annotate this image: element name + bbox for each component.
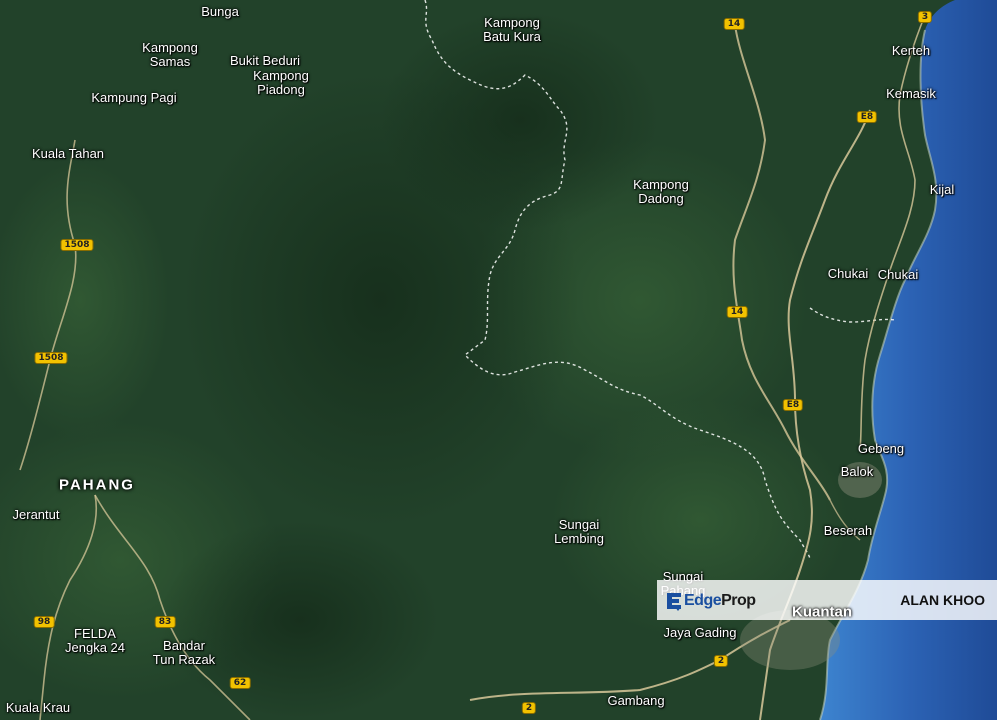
state-label-pahang: PAHANG [59, 476, 135, 494]
road-shield-14-south: 14 [726, 306, 748, 318]
place-label-jaya-gading: Jaya Gading [663, 625, 737, 640]
place-label-kerteh: Kerteh [891, 43, 931, 58]
road-shield-1508-south: 1508 [34, 352, 68, 364]
place-label-kuala-krau: Kuala Krau [5, 700, 71, 715]
forest-patch [160, 520, 440, 720]
place-label-felda-jengka-24: FELDA Jengka 24 [65, 626, 125, 655]
place-label-bukit-beduri: Bukit Beduri [229, 53, 301, 68]
place-label-kampung-pagi: Kampung Pagi [91, 90, 177, 105]
road-shield-1508: 1508 [60, 239, 94, 251]
road-shield-2-west: 2 [521, 702, 537, 714]
road-shield-98: 98 [33, 616, 55, 628]
place-label-kampong-dadong: Kampong Dadong [633, 177, 689, 206]
logo-text-prop: Prop [721, 592, 756, 609]
place-label-jerantut: Jerantut [12, 507, 60, 522]
road-shield-2: 2 [713, 655, 729, 667]
place-label-kemasik: Kemasik [886, 86, 936, 101]
satellite-map[interactable]: Bunga Kampong Samas Bukit Beduri Kampong… [0, 0, 997, 720]
place-label-balok: Balok [840, 464, 874, 479]
road-shield-14: 14 [723, 18, 745, 30]
edgeprop-logo[interactable]: EdgeProp [665, 590, 756, 612]
place-label-kampong-samas: Kampong Samas [142, 40, 198, 69]
place-label-chukai: Chukai [827, 266, 869, 281]
logo-text-edge: Edge [684, 592, 722, 609]
road-shield-83: 83 [154, 616, 176, 628]
agent-name: ALAN KHOO [900, 592, 985, 608]
place-label-kuantan: Kuantan [792, 603, 852, 621]
place-label-beserah: Beserah [823, 523, 873, 538]
place-label-bandar-tun-razak: Bandar Tun Razak [152, 638, 216, 667]
place-label-kuala-tahan: Kuala Tahan [31, 146, 105, 161]
road-shield-62: 62 [229, 677, 251, 689]
place-label-kijal: Kijal [929, 182, 955, 197]
place-label-gambang: Gambang [607, 693, 665, 708]
road-shield-3: 3 [917, 11, 933, 23]
place-label-kampong-batu-kura: Kampong Batu Kura [483, 15, 541, 44]
edgeprop-logo-icon [665, 591, 683, 611]
road-shield-e8-south: E8 [782, 399, 804, 411]
place-label-chukai-town: Chukai [877, 267, 919, 282]
place-label-bunga: Bunga [201, 4, 239, 19]
place-label-sungai-lembing: Sungai Lembing [554, 517, 604, 546]
place-label-gebeng: Gebeng [857, 441, 905, 456]
place-label-kampong-piadong: Kampong Piadong [253, 68, 309, 97]
edgeprop-logo-text: EdgeProp [684, 592, 756, 610]
road-shield-e8: E8 [856, 111, 878, 123]
